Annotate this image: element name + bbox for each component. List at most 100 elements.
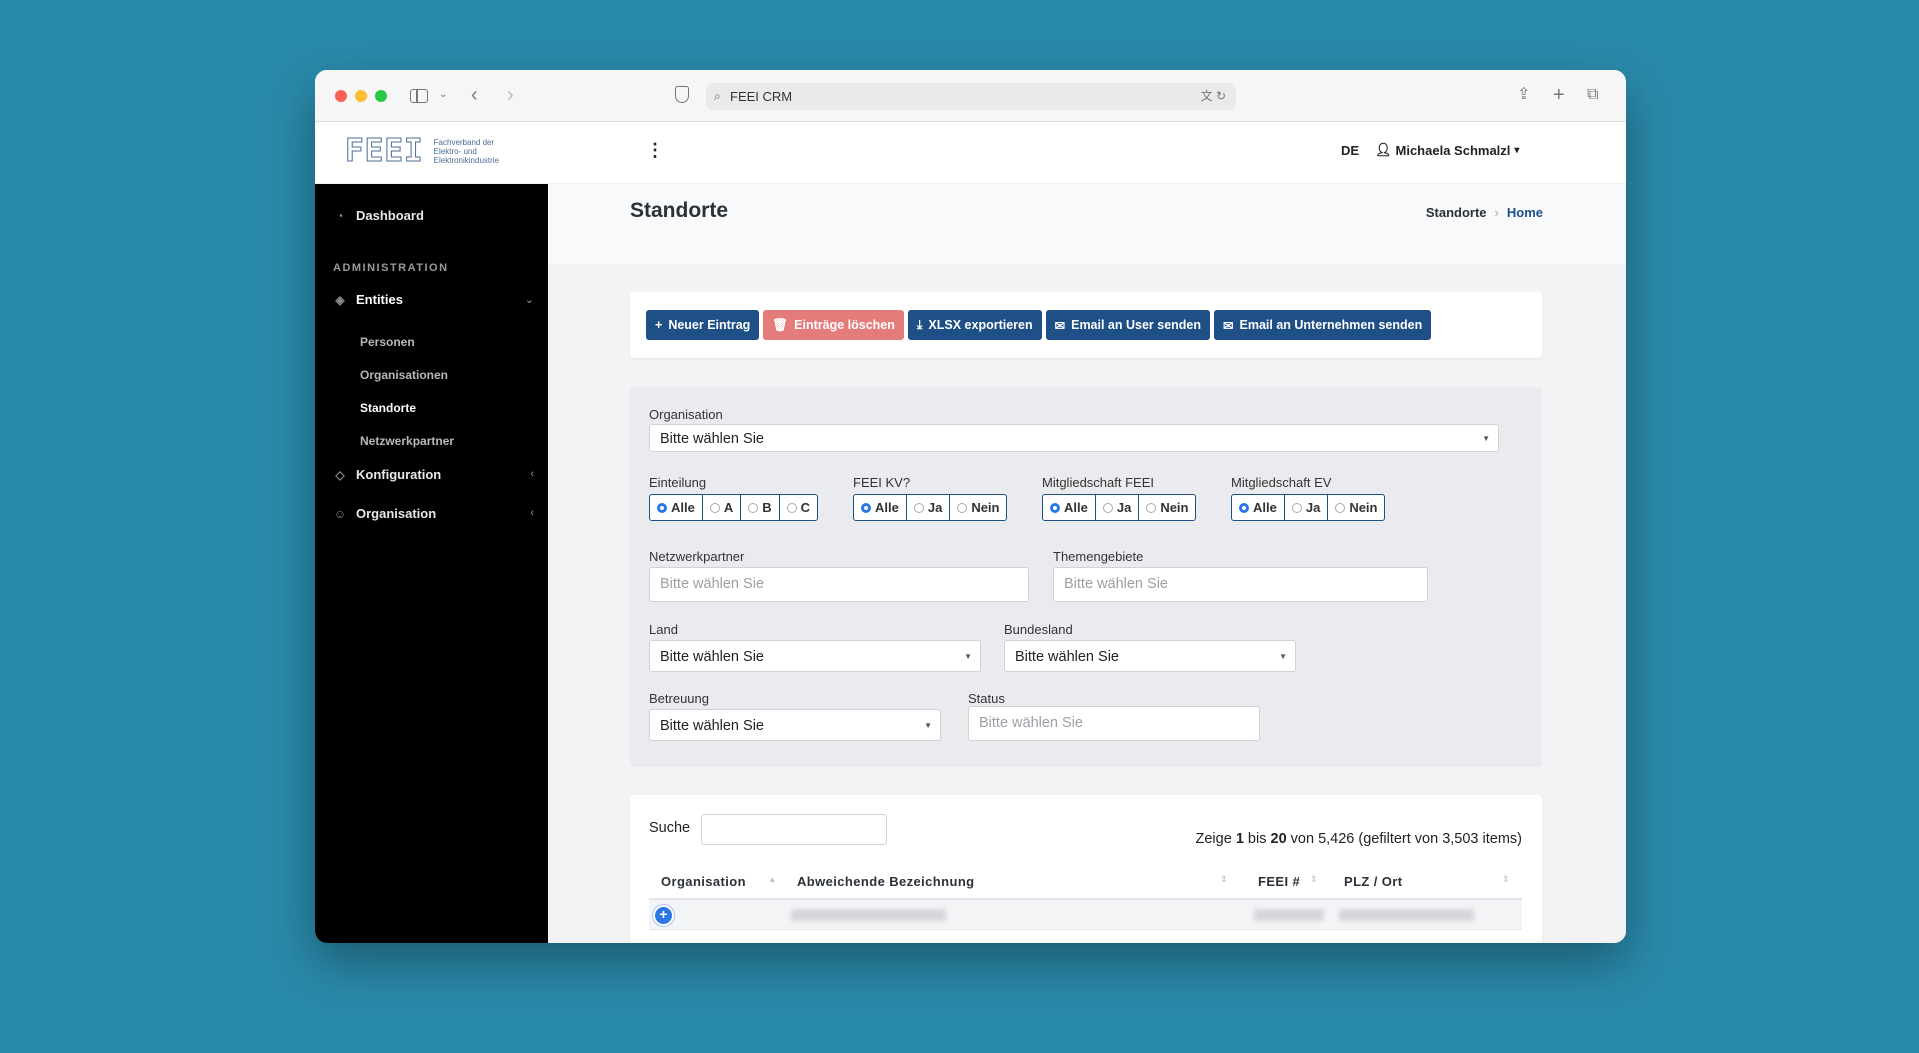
pagination-info: Zeige 1 bis 20 von 5,426 (gefiltert von … (1196, 831, 1522, 847)
app-header: FEEI Fachverband der Elektro- und Elektr… (315, 122, 1626, 184)
radio-on-icon (1050, 502, 1060, 513)
netzwerkpartner-input[interactable]: Bitte wählen Sie (649, 567, 1029, 602)
share-icon[interactable]: ⇪ (1517, 84, 1530, 106)
radio-on-icon (1239, 502, 1249, 513)
chevron-left-icon[interactable]: ‹ (530, 507, 534, 519)
column-header-organisation[interactable]: Organisation (661, 874, 746, 889)
caret-down-icon: ▼ (924, 721, 932, 730)
export-xlsx-button[interactable]: ⤓ XLSX exportieren (907, 310, 1042, 340)
sidebar-item-organisationen[interactable]: Organisationen (360, 368, 448, 382)
forward-icon[interactable]: › (507, 84, 514, 106)
sort-asc-icon[interactable]: ▴ (770, 874, 775, 885)
caret-down-icon: ▼ (1482, 434, 1490, 443)
search-input[interactable] (701, 814, 887, 845)
info-text: von 5,426 (gefiltert von 3,503 items) (1286, 831, 1522, 847)
chevron-down-icon[interactable]: ⌄ (525, 293, 534, 306)
blurred-cell (791, 909, 946, 921)
kv-label: FEEI KV? (853, 475, 911, 490)
column-header-feei-nr[interactable]: FEEI # (1258, 874, 1300, 889)
einteilung-option-b[interactable]: B (741, 495, 780, 520)
user-name: Michaela Schmalzl (1395, 142, 1511, 158)
envelope-icon: ✉ (1054, 318, 1066, 333)
filter-panel: Organisation Bitte wählen Sie ▼ Einteilu… (630, 387, 1542, 767)
mitglied-ev-option-alle[interactable]: Alle (1232, 495, 1285, 520)
select-value: Bitte wählen Sie (1015, 649, 1119, 665)
betreuung-select[interactable]: Bitte wählen Sie ▼ (649, 709, 941, 741)
bundesland-select[interactable]: Bitte wählen Sie ▼ (1004, 640, 1296, 672)
sidebar-item-personen[interactable]: Personen (360, 335, 415, 349)
einteilung-option-c[interactable]: C (780, 495, 817, 520)
logo[interactable]: FEEI Fachverband der Elektro- und Elektr… (345, 135, 509, 167)
land-select[interactable]: Bitte wählen Sie ▼ (649, 640, 981, 672)
back-icon[interactable]: ‹ (471, 84, 478, 106)
radio-off-icon (748, 502, 759, 513)
themengebiete-input[interactable]: Bitte wählen Sie (1053, 567, 1428, 602)
results-table-card: Suche Zeige 1 bis 20 von 5,426 (gefilter… (630, 795, 1542, 943)
new-tab-icon[interactable]: + (1553, 84, 1565, 106)
breadcrumb-current: Standorte (1425, 205, 1487, 220)
sort-icon[interactable]: ⇕ (1502, 874, 1510, 885)
address-bar[interactable]: ⌕ FEEI CRM 文 ↻ (706, 83, 1236, 110)
info-to: 20 (1270, 831, 1287, 847)
mitglied-feei-option-alle[interactable]: Alle (1043, 495, 1096, 520)
mitglied-feei-option-ja[interactable]: Ja (1096, 495, 1140, 520)
sidebar-item-netzwerkpartner[interactable]: Netzwerkpartner (360, 434, 454, 448)
sort-icon[interactable]: ⇕ (1220, 874, 1228, 885)
status-input[interactable]: Bitte wählen Sie (968, 706, 1260, 741)
sidebar-item-organisation[interactable]: ☺ Organisation (333, 506, 436, 521)
more-menu-icon[interactable]: ⋮ (646, 140, 664, 161)
user-menu[interactable]: 👤︎ Michaela Schmalzl ▾ (1375, 142, 1519, 158)
chevron-left-icon[interactable]: ‹ (530, 468, 534, 480)
mitglied-ev-option-nein[interactable]: Nein (1328, 495, 1384, 520)
new-entry-button[interactable]: + Neuer Eintrag (646, 310, 760, 340)
chevron-down-icon[interactable]: ⌄ (439, 84, 447, 106)
einteilung-option-alle[interactable]: Alle (650, 495, 703, 520)
reload-icon[interactable]: 文 ↻ (1201, 83, 1226, 110)
privacy-shield-icon[interactable] (675, 86, 689, 103)
einteilung-option-a[interactable]: A (703, 495, 742, 520)
info-text: bis (1243, 831, 1271, 847)
button-label: Einträge löschen (794, 318, 895, 332)
caret-down-icon: ▼ (964, 652, 972, 661)
organisation-label: Organisation (649, 407, 723, 422)
sidebar-item-label: Entities (356, 292, 403, 307)
sidebar-item-entities[interactable]: ◈ Entities (333, 292, 530, 307)
einteilung-label: Einteilung (649, 475, 707, 490)
blurred-cell (1254, 909, 1324, 921)
minimize-window-button[interactable] (355, 90, 367, 102)
email-user-button[interactable]: ✉ Email an User senden (1045, 310, 1211, 340)
radio-label: Nein (1349, 500, 1378, 515)
email-company-button[interactable]: ✉ Email an Unternehmen senden (1214, 310, 1432, 340)
column-header-plz-ort[interactable]: PLZ / Ort (1344, 874, 1403, 889)
download-icon: ⤓ (916, 317, 923, 332)
radio-off-icon (1291, 502, 1302, 513)
address-text: FEEI CRM (730, 89, 793, 104)
kv-option-nein[interactable]: Nein (950, 495, 1006, 520)
kv-radio-group: Alle Ja Nein (853, 494, 1008, 521)
sidebar-item-standorte[interactable]: Standorte (360, 401, 416, 415)
netzwerkpartner-label: Netzwerkpartner (649, 549, 745, 564)
sidebar-item-konfiguration[interactable]: ◇ Konfiguration (333, 467, 441, 482)
kv-option-alle[interactable]: Alle (854, 495, 907, 520)
sidebar: ◔ Dashboard ADMINISTRATION ◈ Entities ⌄ … (315, 184, 548, 943)
einteilung-radio-group: Alle A B C (649, 494, 819, 521)
mitglied-feei-option-nein[interactable]: Nein (1139, 495, 1195, 520)
sidebar-toggle-icon[interactable] (410, 89, 428, 103)
tab-overview-icon[interactable]: ⧉ (1587, 84, 1598, 106)
delete-entries-button[interactable]: 🗑︎ Einträge löschen (763, 310, 904, 340)
organisation-select[interactable]: Bitte wählen Sie ▼ (649, 424, 1499, 452)
radio-off-icon (1335, 502, 1346, 513)
mitglied-ev-option-ja[interactable]: Ja (1285, 495, 1329, 520)
sort-icon[interactable]: ⇕ (1310, 874, 1318, 885)
breadcrumb-home-link[interactable]: Home (1507, 205, 1543, 220)
close-window-button[interactable] (335, 90, 347, 102)
table-row[interactable]: + (649, 900, 1522, 930)
column-header-bezeichnung[interactable]: Abweichende Bezeichnung (797, 874, 975, 889)
expand-row-icon[interactable]: + (655, 907, 672, 924)
sidebar-item-dashboard[interactable]: ◔ Dashboard (333, 208, 424, 223)
kv-option-ja[interactable]: Ja (907, 495, 951, 520)
language-switcher[interactable]: DE (1341, 143, 1359, 158)
radio-on-icon (861, 502, 871, 513)
sidebar-item-label: Dashboard (356, 208, 424, 223)
zoom-window-button[interactable] (375, 90, 387, 102)
